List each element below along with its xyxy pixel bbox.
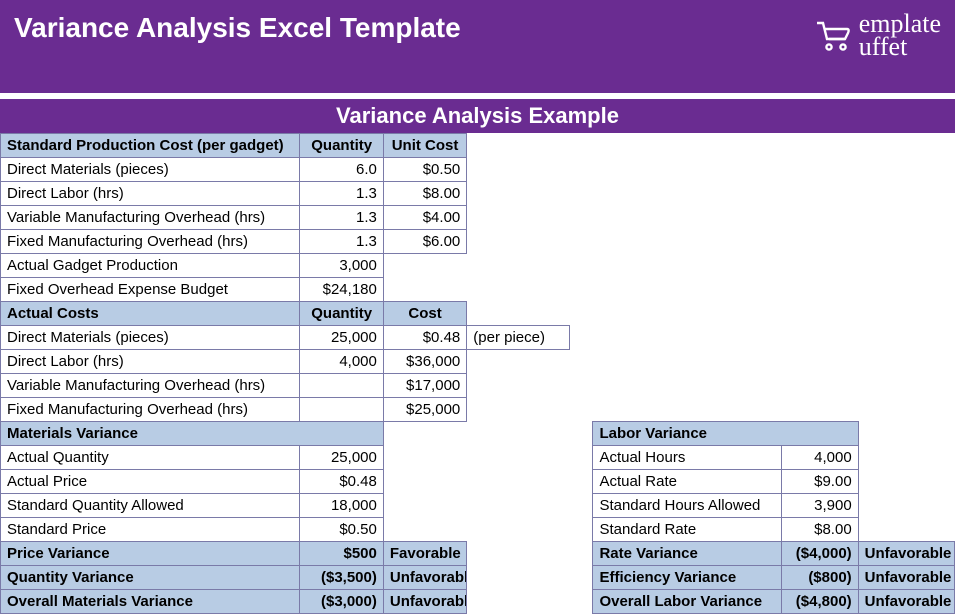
mat-ov-note: Unfavorable: [383, 589, 466, 613]
foe-label: Fixed Overhead Expense Budget: [1, 277, 300, 301]
std-row-qty: 1.3: [300, 205, 383, 229]
lab-ev-label: Efficiency Variance: [593, 565, 781, 589]
mat-sqa-label: Standard Quantity Allowed: [1, 493, 300, 517]
std-row-label: Variable Manufacturing Overhead (hrs): [1, 205, 300, 229]
actual-row-label: Variable Manufacturing Overhead (hrs): [1, 373, 300, 397]
variance-sheet: Standard Production Cost (per gadget) Qu…: [0, 133, 955, 614]
std-row-uc: $4.00: [383, 205, 466, 229]
lab-sr-value: $8.00: [781, 517, 858, 541]
actual-row-label: Direct Materials (pieces): [1, 325, 300, 349]
foe-value: $24,180: [300, 277, 383, 301]
mat-qv-label: Quantity Variance: [1, 565, 300, 589]
lab-rv-value: ($4,000): [781, 541, 858, 565]
cart-icon: [813, 15, 853, 55]
mat-ov-value: ($3,000): [300, 589, 383, 613]
actual-row-cost: $25,000: [383, 397, 466, 421]
lab-sha-label: Standard Hours Allowed: [593, 493, 781, 517]
lab-ar-value: $9.00: [781, 469, 858, 493]
lab-sha-value: 3,900: [781, 493, 858, 517]
actual-row-qty: [300, 397, 383, 421]
agp-value: 3,000: [300, 253, 383, 277]
lab-ev-value: ($800): [781, 565, 858, 589]
actual-row-cost: $0.48: [383, 325, 466, 349]
actual-row-label: Fixed Manufacturing Overhead (hrs): [1, 397, 300, 421]
mat-sp-label: Standard Price: [1, 517, 300, 541]
banner: Variance Analysis Excel Template emplate…: [0, 0, 955, 93]
mat-pv-note: Favorable: [383, 541, 466, 565]
std-row-uc: $6.00: [383, 229, 466, 253]
actual-header-qty: Quantity: [300, 301, 383, 325]
lab-sr-label: Standard Rate: [593, 517, 781, 541]
lab-ev-note: Unfavorable: [858, 565, 954, 589]
actual-row-qty: 4,000: [300, 349, 383, 373]
std-row-qty: 1.3: [300, 181, 383, 205]
materials-variance-header: Materials Variance: [1, 421, 384, 445]
std-row-label: Direct Materials (pieces): [1, 157, 300, 181]
std-cost-header-label: Standard Production Cost (per gadget): [1, 133, 300, 157]
mat-sqa-value: 18,000: [300, 493, 383, 517]
actual-row-label: Direct Labor (hrs): [1, 349, 300, 373]
actual-row-note: (per piece): [467, 325, 570, 349]
mat-aq-label: Actual Quantity: [1, 445, 300, 469]
mat-qv-value: ($3,500): [300, 565, 383, 589]
actual-header-label: Actual Costs: [1, 301, 300, 325]
lab-ov-value: ($4,800): [781, 589, 858, 613]
actual-row-qty: [300, 373, 383, 397]
lab-ar-label: Actual Rate: [593, 469, 781, 493]
mat-qv-note: Unfavorable: [383, 565, 466, 589]
std-row-label: Direct Labor (hrs): [1, 181, 300, 205]
std-row-uc: $8.00: [383, 181, 466, 205]
lab-ah-label: Actual Hours: [593, 445, 781, 469]
mat-ap-label: Actual Price: [1, 469, 300, 493]
mat-pv-value: $500: [300, 541, 383, 565]
lab-ah-value: 4,000: [781, 445, 858, 469]
labor-variance-header: Labor Variance: [593, 421, 858, 445]
lab-ov-label: Overall Labor Variance: [593, 589, 781, 613]
actual-row-cost: $36,000: [383, 349, 466, 373]
mat-ap-value: $0.48: [300, 469, 383, 493]
std-cost-header-uc: Unit Cost: [383, 133, 466, 157]
std-row-qty: 6.0: [300, 157, 383, 181]
lab-rv-note: Unfavorable: [858, 541, 954, 565]
mat-sp-value: $0.50: [300, 517, 383, 541]
actual-row-qty: 25,000: [300, 325, 383, 349]
actual-row-cost: $17,000: [383, 373, 466, 397]
mat-pv-label: Price Variance: [1, 541, 300, 565]
logo: emplate uffet: [813, 12, 941, 59]
std-row-label: Fixed Manufacturing Overhead (hrs): [1, 229, 300, 253]
logo-text: emplate uffet: [859, 12, 941, 59]
agp-label: Actual Gadget Production: [1, 253, 300, 277]
lab-rv-label: Rate Variance: [593, 541, 781, 565]
actual-header-cost: Cost: [383, 301, 466, 325]
logo-line2: uffet: [859, 35, 941, 58]
std-cost-header-qty: Quantity: [300, 133, 383, 157]
lab-ov-note: Unfavorable: [858, 589, 954, 613]
example-title: Variance Analysis Example: [0, 99, 955, 133]
std-row-qty: 1.3: [300, 229, 383, 253]
mat-aq-value: 25,000: [300, 445, 383, 469]
page-title: Variance Analysis Excel Template: [14, 12, 461, 44]
mat-ov-label: Overall Materials Variance: [1, 589, 300, 613]
std-row-uc: $0.50: [383, 157, 466, 181]
